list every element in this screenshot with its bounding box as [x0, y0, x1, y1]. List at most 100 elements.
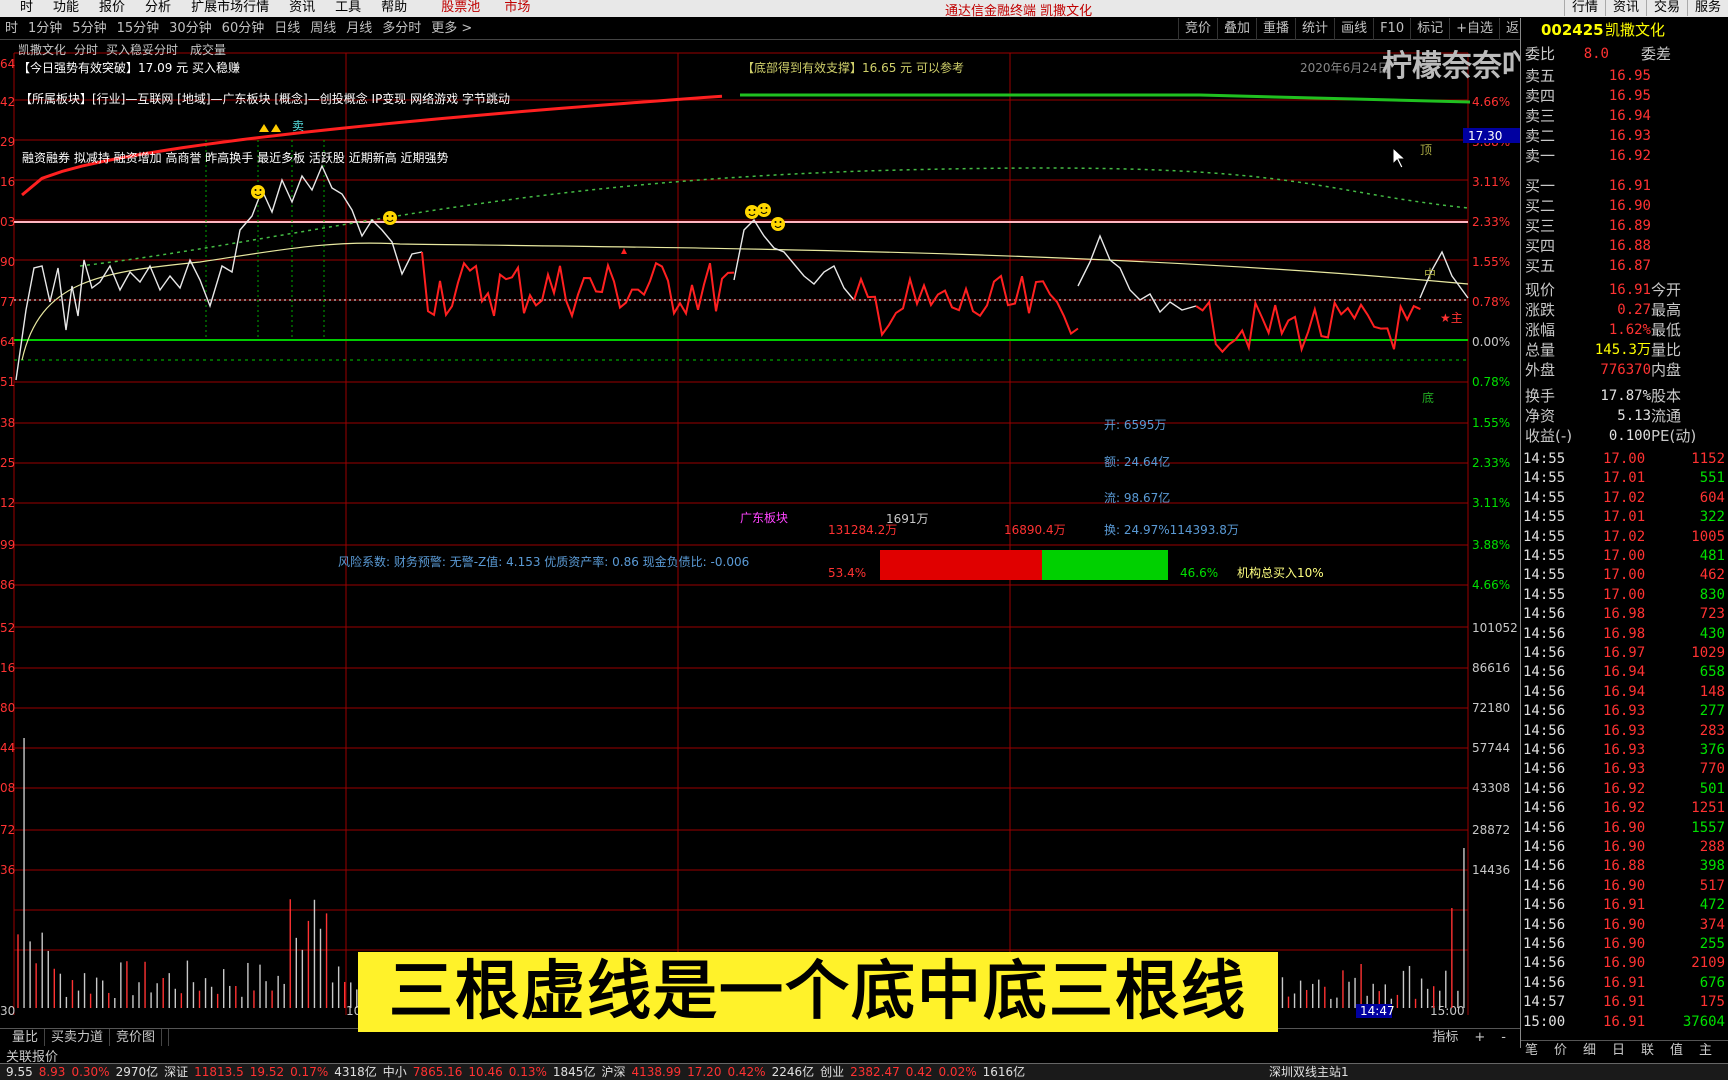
tick-volume-19: 1557 — [1691, 819, 1725, 836]
indicator-tab-0[interactable]: 量比 — [6, 1029, 46, 1046]
menu-item-7[interactable]: 帮助 — [371, 0, 417, 16]
bid-row-2[interactable]: 买三 16.89 — [1521, 216, 1728, 236]
intraday-chart[interactable]: 64 42 29 16 03 90 77 64 51 38 25 12 99 86 4.66% 3.88% 3.… — [0, 40, 1520, 1028]
toolbar-button-7[interactable]: +自选 — [1449, 18, 1499, 40]
tick-volume-6: 462 — [1699, 567, 1725, 584]
toolbar-button-5[interactable]: F10 — [1373, 18, 1410, 40]
sell-mark: 卖 — [292, 119, 304, 133]
period-tab-9[interactable]: 多分时 — [377, 18, 426, 40]
bid-price-4: 16.87 — [1608, 258, 1651, 274]
status-item-6: 19.52 — [249, 1065, 285, 1079]
quote-tab-4[interactable]: 联 — [1641, 1041, 1654, 1061]
smiley-eye-l-0 — [254, 189, 257, 191]
toolbar-button-6[interactable]: 标记 — [1410, 18, 1449, 40]
status-item-14: 沪深 — [601, 1065, 626, 1079]
ask-row-0[interactable]: 卖五 16.95 — [1521, 66, 1728, 86]
right-axis-label-12: 4.66% — [1472, 578, 1510, 592]
status-item-5: 11813.5 — [194, 1065, 244, 1079]
period-tab-6[interactable]: 日线 — [269, 18, 305, 40]
smiley-eye-l-1 — [386, 215, 389, 217]
tick-volume-10: 1029 — [1691, 645, 1725, 661]
period-tab-5[interactable]: 60分钟 — [217, 18, 270, 40]
period-tab-0[interactable]: 时 — [0, 18, 23, 40]
bid-label-3: 买四 — [1525, 237, 1556, 255]
tick-price-11: 16.94 — [1603, 664, 1646, 681]
toolbar-button-0[interactable]: 竞价 — [1178, 18, 1217, 40]
menu-item-4[interactable]: 扩展市场行情 — [181, 0, 279, 16]
status-item-21: 0.42 — [905, 1065, 933, 1079]
toolbar-button-2[interactable]: 重播 — [1256, 18, 1295, 40]
quote-tab-5[interactable]: 值 — [1670, 1041, 1683, 1061]
tick-time-14: 14:56 — [1523, 722, 1566, 739]
period-tab-10[interactable]: 更多 > — [426, 18, 477, 40]
status-item-1: 8.93 — [38, 1065, 66, 1079]
menu-item-5[interactable]: 资讯 — [279, 0, 325, 16]
quote-tab-3[interactable]: 日 — [1612, 1041, 1625, 1061]
status-item-23: 1616亿 — [982, 1065, 1026, 1079]
price-line-red-3 — [1195, 299, 1421, 354]
period-tab-1[interactable]: 1分钟 — [23, 18, 67, 40]
period-tab-8[interactable]: 月线 — [341, 18, 377, 40]
smiley-marker-2 — [745, 205, 759, 219]
menu-item-1[interactable]: 功能 — [43, 0, 89, 16]
indicator-tab-2[interactable]: 竞价图 — [110, 1029, 163, 1046]
left-axis-label-2: 29 — [0, 135, 15, 149]
smiley-eye-r-2 — [753, 209, 756, 211]
indicator-tab-1[interactable]: 买卖力道 — [45, 1029, 111, 1046]
status-item-13: 1845亿 — [552, 1065, 596, 1079]
menu-item-6[interactable]: 工具 — [325, 0, 371, 16]
menu-right-2[interactable]: 交易 — [1645, 0, 1687, 16]
price-line-morning — [15, 164, 423, 381]
status-bar: 9.55 8.93 0.30% 2970亿 深证 11813.5 19.52 0.17% 431… — [0, 1063, 1728, 1080]
toolbar-button-4[interactable]: 画线 — [1334, 18, 1373, 40]
quote-tab-6[interactable]: 主 — [1699, 1041, 1712, 1061]
menu-item-3[interactable]: 分析 — [135, 0, 181, 16]
left-vol-label-3: 44 — [0, 741, 15, 755]
period-tab-3[interactable]: 15分钟 — [112, 18, 165, 40]
ask-row-2[interactable]: 卖三 16.94 — [1521, 106, 1728, 126]
bid-row-3[interactable]: 买四 16.88 — [1521, 236, 1728, 256]
sector-text: 【所属板块】[行业]—互联网 [地域]—广东板块 [概念]—创投概念 IP变现 … — [20, 91, 510, 106]
status-item-11: 10.46 — [468, 1065, 503, 1079]
stat-value-2: 1.62% — [1608, 322, 1651, 338]
stock-pool-menu[interactable]: 股票池 — [431, 0, 490, 16]
ask-row-3[interactable]: 卖二 16.93 — [1521, 126, 1728, 146]
status-item-19: 创业 — [820, 1065, 845, 1079]
tick-price-12: 16.94 — [1603, 683, 1646, 700]
right-axis-label-7: 0.78% — [1472, 375, 1510, 389]
left-axis-label-4: 03 — [0, 215, 15, 229]
right-vol-label-5: 28872 — [1472, 823, 1510, 837]
menu-right-3[interactable]: 服务 — [1686, 0, 1728, 16]
tick-volume-5: 481 — [1699, 548, 1725, 564]
period-tab-4[interactable]: 30分钟 — [164, 18, 217, 40]
toolbar-button-3[interactable]: 统计 — [1295, 18, 1334, 40]
quote-tab-0[interactable]: 笔 — [1525, 1041, 1538, 1061]
status-item-17: 0.42% — [727, 1065, 766, 1079]
ask-row-1[interactable]: 卖四 16.95 — [1521, 86, 1728, 106]
tick-price-3: 17.01 — [1603, 509, 1646, 526]
tick-time-4: 14:55 — [1523, 528, 1566, 545]
bid-price-3: 16.88 — [1608, 238, 1651, 254]
bid-row-4[interactable]: 买五 16.87 — [1521, 256, 1728, 276]
menu-item-2[interactable]: 报价 — [89, 0, 135, 16]
quote-tab-2[interactable]: 细 — [1583, 1041, 1596, 1061]
period-tab-7[interactable]: 周线 — [305, 18, 341, 40]
menu-item-0[interactable]: 时 — [10, 0, 43, 16]
menu-right-0[interactable]: 行情 — [1563, 0, 1605, 16]
indicator-ctrl-2[interactable]: - — [1493, 1029, 1514, 1046]
tick-row-23: 14:56 16.91 472 — [1521, 896, 1728, 915]
tick-volume-20: 288 — [1699, 839, 1725, 855]
market-menu[interactable]: 市场 — [494, 0, 540, 16]
quote-tab-1[interactable]: 价 — [1554, 1041, 1567, 1061]
bid-row-0[interactable]: 买一 16.91 — [1521, 176, 1728, 196]
indicator-ctrl-1[interactable]: + — [1466, 1029, 1493, 1046]
bid-row-1[interactable]: 买二 16.90 — [1521, 196, 1728, 216]
ask-label-4: 卖一 — [1525, 147, 1556, 165]
toolbar-button-1[interactable]: 叠加 — [1217, 18, 1256, 40]
period-tab-2[interactable]: 5分钟 — [67, 18, 111, 40]
ask-row-4[interactable]: 卖一 16.92 — [1521, 146, 1728, 166]
menu-right-1[interactable]: 资讯 — [1604, 0, 1646, 16]
bid-label-0: 买一 — [1525, 177, 1556, 195]
indicator-ctrl-0[interactable]: 指标 — [1424, 1029, 1466, 1046]
tick-row-25: 14:56 16.90 255 — [1521, 935, 1728, 954]
